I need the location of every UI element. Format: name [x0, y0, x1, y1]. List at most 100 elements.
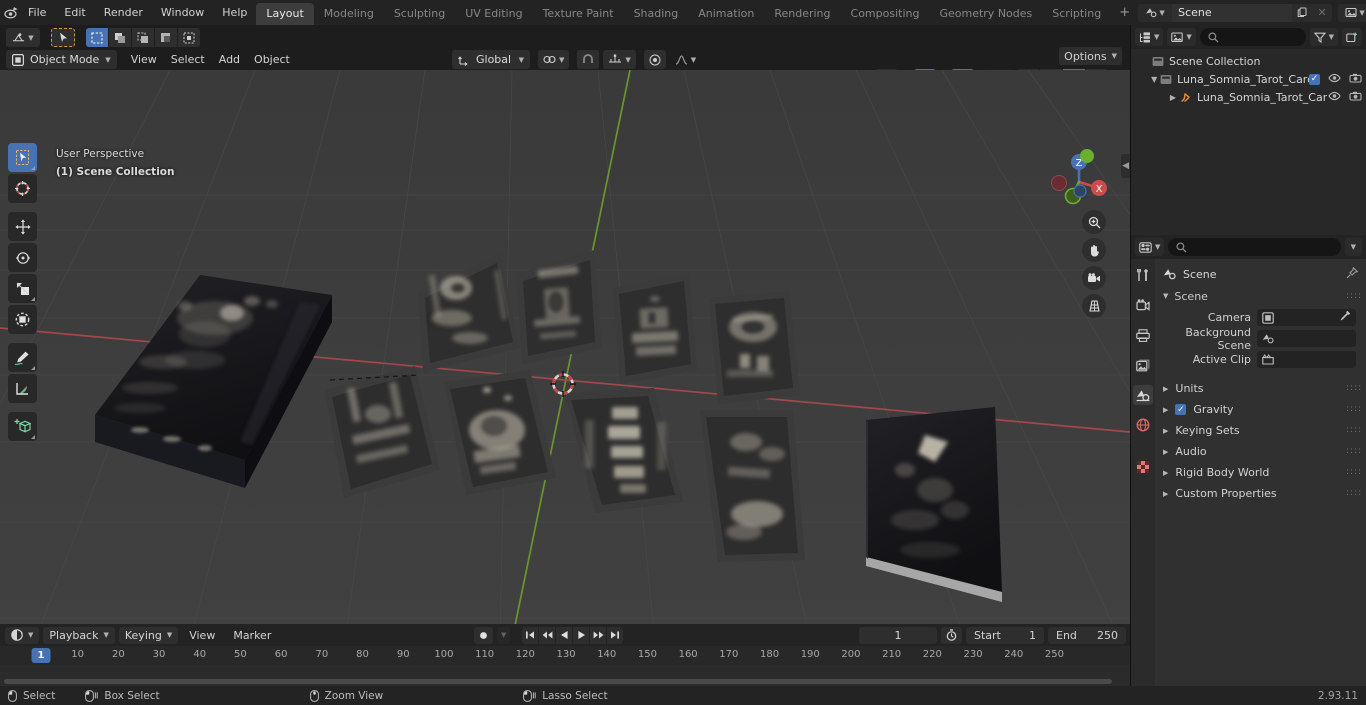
section-drag-dots[interactable]: :::: [1346, 426, 1361, 435]
snap-to-selector[interactable]: ▼ [603, 50, 636, 69]
output-printer-tab[interactable] [1133, 325, 1153, 345]
render-camera-tab[interactable] [1133, 295, 1153, 315]
panel-drag-dots[interactable]: :::: [1346, 291, 1361, 300]
eyedropper-icon[interactable] [1339, 310, 1351, 325]
menu-help[interactable]: Help [213, 3, 256, 22]
proportional-falloff-selector[interactable]: ▼ [670, 50, 701, 69]
select-box-icon[interactable] [86, 28, 108, 47]
new-scene-button[interactable] [1292, 3, 1313, 22]
select-invert-icon[interactable] [155, 28, 177, 47]
property-section-units[interactable]: ▶ Units:::: [1155, 378, 1366, 399]
scene-icon[interactable]: ▼ [1138, 3, 1173, 22]
section-enable-checkbox[interactable]: ✓ [1175, 404, 1187, 415]
hide-eye-icon[interactable] [1328, 91, 1341, 104]
outliner-row[interactable]: ▶ Luna_Somnia_Tarot_Car [1131, 88, 1366, 106]
viewport-menu-add[interactable]: Add [212, 51, 247, 68]
workspace-tab-scripting[interactable]: Scripting [1042, 3, 1111, 25]
property-section-gravity[interactable]: ▶ ✓ Gravity:::: [1155, 399, 1366, 420]
scene-name[interactable]: Scene [1172, 3, 1293, 22]
tweak-tool[interactable] [8, 143, 37, 172]
workspace-tab-geometry-nodes[interactable]: Geometry Nodes [929, 3, 1042, 25]
disable-render-camera-icon[interactable] [1349, 73, 1362, 86]
workspace-tab-layout[interactable]: Layout [256, 3, 314, 25]
add-cube-tool[interactable] [8, 412, 37, 441]
workspace-tab-shading[interactable]: Shading [624, 3, 689, 25]
annotate-tool[interactable] [8, 343, 37, 372]
outliner-display-mode-icon[interactable]: ▼ [1135, 28, 1164, 46]
property-field-camera[interactable] [1257, 309, 1356, 326]
unlink-scene-button[interactable]: ✕ [1312, 3, 1333, 22]
scene-panel-header[interactable]: ▼ Scene :::: [1155, 285, 1366, 307]
properties-options-chevron[interactable]: ▼ [1344, 238, 1362, 256]
measure-tool[interactable] [8, 374, 37, 403]
scene-selector[interactable]: ▼ Scene ✕ [1138, 3, 1333, 22]
record-keyframe-icon[interactable] [474, 626, 493, 644]
texture-checker-tab[interactable] [1133, 457, 1153, 477]
property-section-keying-sets[interactable]: ▶ Keying Sets:::: [1155, 420, 1366, 441]
snap-pivot-button[interactable]: ▼ [538, 50, 570, 69]
disable-render-camera-icon[interactable] [1349, 91, 1362, 104]
property-field-active-clip[interactable] [1257, 351, 1356, 368]
proportional-edit-icon[interactable] [643, 50, 666, 69]
section-disclosure-icon[interactable]: ▶ [1163, 469, 1168, 477]
exclude-checkbox[interactable]: ✓ [1309, 73, 1320, 85]
tweak-tool-indicator[interactable] [51, 28, 75, 47]
outliner-row[interactable]: Scene Collection [1131, 52, 1366, 70]
menu-file[interactable]: File [19, 3, 55, 22]
filter-id-icon[interactable]: ▼ [1167, 28, 1196, 46]
jump-to-start-icon[interactable] [522, 626, 539, 644]
outliner-row[interactable]: ▼ Luna_Somnia_Tarot_Cards_0(✓ [1131, 70, 1366, 88]
blender-logo-icon[interactable] [4, 3, 19, 23]
new-collection-icon[interactable] [1342, 28, 1362, 46]
timeline-menu-view[interactable]: View [182, 629, 222, 642]
world-tab[interactable] [1133, 415, 1153, 435]
timeline-editor-type-icon[interactable]: ▼ [5, 626, 40, 644]
workspace-tab-modeling[interactable]: Modeling [314, 3, 384, 25]
camera-view-icon[interactable] [1082, 266, 1106, 290]
options-dropdown[interactable]: Options ▼ [1059, 47, 1122, 65]
transform-orientation-selector[interactable]: Global ▼ [452, 50, 530, 69]
workspace-tab-compositing[interactable]: Compositing [841, 3, 930, 25]
select-subtract-icon[interactable] [132, 28, 154, 47]
next-keyframe-icon[interactable] [590, 626, 607, 644]
scene-tab[interactable] [1133, 385, 1153, 405]
section-drag-dots[interactable]: :::: [1346, 468, 1361, 477]
toggle-perspective-icon[interactable] [1082, 294, 1106, 318]
jump-to-end-icon[interactable] [607, 626, 624, 644]
properties-editor-icon[interactable]: ▼ [1135, 238, 1165, 256]
end-frame-field[interactable]: End 250 [1048, 626, 1126, 644]
timeline-menu-playback[interactable]: Playback ▼ [43, 626, 115, 644]
viewport-menu-select[interactable]: Select [164, 51, 212, 68]
view-layer-selector[interactable]: ▼ View Layer ✕ [1338, 3, 1366, 22]
timeline-horizontal-scrollbar[interactable] [4, 679, 1112, 684]
view-layer-images-tab[interactable] [1133, 355, 1153, 375]
play-reverse-icon[interactable] [556, 626, 573, 644]
auto-key-timer-icon[interactable] [941, 626, 962, 644]
hide-eye-icon[interactable] [1328, 73, 1341, 86]
workspace-tab-rendering[interactable]: Rendering [764, 3, 840, 25]
property-section-custom-properties[interactable]: ▶ Custom Properties:::: [1155, 483, 1366, 504]
property-section-rigid-body-world[interactable]: ▶ Rigid Body World:::: [1155, 462, 1366, 483]
3d-viewport[interactable]: User Perspective (1) Scene Collection Z … [0, 70, 1130, 624]
viewport-menu-view[interactable]: View [124, 51, 164, 68]
section-drag-dots[interactable]: :::: [1346, 384, 1361, 393]
section-disclosure-icon[interactable]: ▶ [1163, 427, 1168, 435]
menu-edit[interactable]: Edit [55, 3, 94, 22]
rotate-tool[interactable] [8, 243, 37, 272]
zoom-icon[interactable] [1082, 210, 1106, 234]
property-section-audio[interactable]: ▶ Audio:::: [1155, 441, 1366, 462]
workspace-tab-texture-paint[interactable]: Texture Paint [533, 3, 624, 25]
move-tool[interactable] [8, 212, 37, 241]
pin-icon[interactable] [1346, 266, 1359, 282]
play-icon[interactable] [573, 626, 590, 644]
section-disclosure-icon[interactable]: ▶ [1163, 385, 1168, 393]
select-extend-icon[interactable] [109, 28, 131, 47]
timeline-ruler[interactable]: 1 10 20 30 40 50 60 70 80 90 100 110 120 130 140 150 16… [0, 646, 1130, 665]
properties-search-input[interactable] [1168, 238, 1341, 256]
timeline-menu-keying[interactable]: Keying ▼ [118, 626, 179, 644]
section-disclosure-icon[interactable]: ▶ [1163, 406, 1168, 414]
section-disclosure-icon[interactable]: ▶ [1163, 448, 1168, 456]
editor-type-icon[interactable]: ▼ [6, 28, 40, 47]
tool-tab[interactable] [1133, 265, 1153, 285]
outliner-tree[interactable]: Scene Collection ▼ Luna_Somnia_Tarot_Cards… [1131, 49, 1366, 235]
